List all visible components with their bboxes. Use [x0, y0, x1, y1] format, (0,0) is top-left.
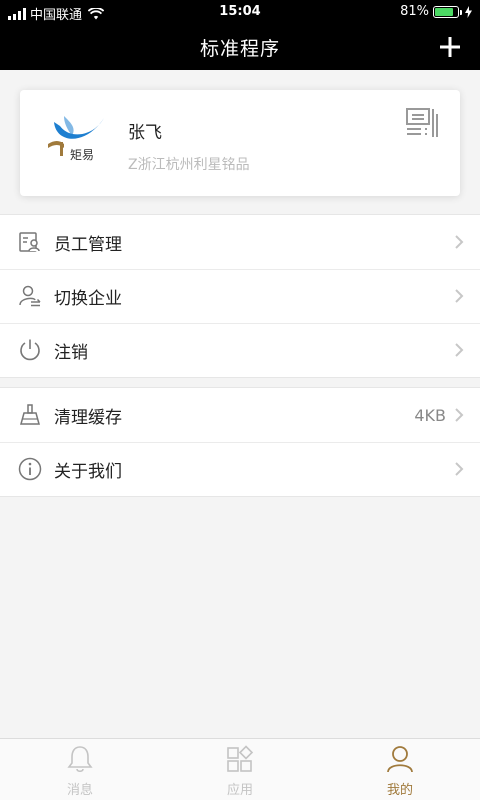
tab-label: 消息 [66, 783, 93, 798]
status-bar: 中国联通 15:04 81% [0, 0, 480, 24]
power-icon [20, 339, 40, 361]
menu-label: 切换企业 [54, 288, 122, 309]
tab-messages[interactable]: 消息 [0, 739, 160, 800]
nav-bar: 标准程序 [0, 24, 480, 70]
menu-item-logout[interactable]: 注销 [0, 323, 480, 377]
broom-icon [20, 404, 40, 425]
battery-percent: 81% [400, 4, 429, 19]
staff-management-icon [19, 232, 40, 252]
bell-icon [67, 746, 93, 773]
menu-item-clear-cache[interactable]: 清理缓存 4KB [0, 388, 480, 442]
battery-icon [433, 5, 462, 18]
status-right: 81% [400, 4, 472, 19]
profile-area: 矩易 张飞 Z浙江杭州利星铭品 [0, 70, 480, 214]
chevron-right-icon [455, 343, 464, 357]
tab-bar: 消息 应用 我的 [0, 738, 480, 800]
add-icon[interactable] [438, 35, 462, 59]
menu-item-staff-management[interactable]: 员工管理 [0, 215, 480, 269]
user-name: 张飞 [128, 123, 162, 143]
chevron-right-icon [455, 235, 464, 249]
company-name: Z浙江杭州利星铭品 [128, 157, 250, 173]
menu-item-about-us[interactable]: 关于我们 [0, 442, 480, 496]
menu-label: 关于我们 [54, 461, 122, 482]
menu-label: 员工管理 [54, 234, 122, 255]
chevron-right-icon [455, 289, 464, 303]
cache-size: 4KB [414, 405, 446, 425]
menu-label: 清理缓存 [54, 407, 122, 428]
page-title: 标准程序 [199, 38, 280, 60]
menu-item-switch-company[interactable]: 切换企业 [0, 269, 480, 323]
tab-label: 我的 [386, 783, 413, 798]
apps-icon [227, 745, 254, 772]
chevron-right-icon [455, 408, 464, 422]
app-screen: 中国联通 15:04 81% 标准程序 矩易 张飞 Z浙江杭州利星铭品 员工管理… [0, 0, 480, 800]
battery-fill [435, 7, 453, 16]
info-icon [18, 457, 42, 481]
charging-icon [465, 5, 472, 18]
tab-label: 应用 [226, 783, 253, 798]
tab-apps[interactable]: 应用 [160, 739, 320, 800]
menu-label: 注销 [54, 342, 88, 363]
tab-mine[interactable]: 我的 [320, 739, 480, 800]
user-icon [387, 746, 413, 773]
logo-text: 矩易 [70, 148, 95, 162]
switch-company-icon [19, 285, 41, 307]
menu-group-system: 清理缓存 4KB 关于我们 [0, 387, 480, 497]
qr-code-icon[interactable] [406, 108, 438, 138]
profile-card[interactable]: 矩易 张飞 Z浙江杭州利星铭品 [20, 90, 460, 196]
menu-group-account: 员工管理 切换企业 注销 [0, 214, 480, 378]
chevron-right-icon [455, 462, 464, 476]
